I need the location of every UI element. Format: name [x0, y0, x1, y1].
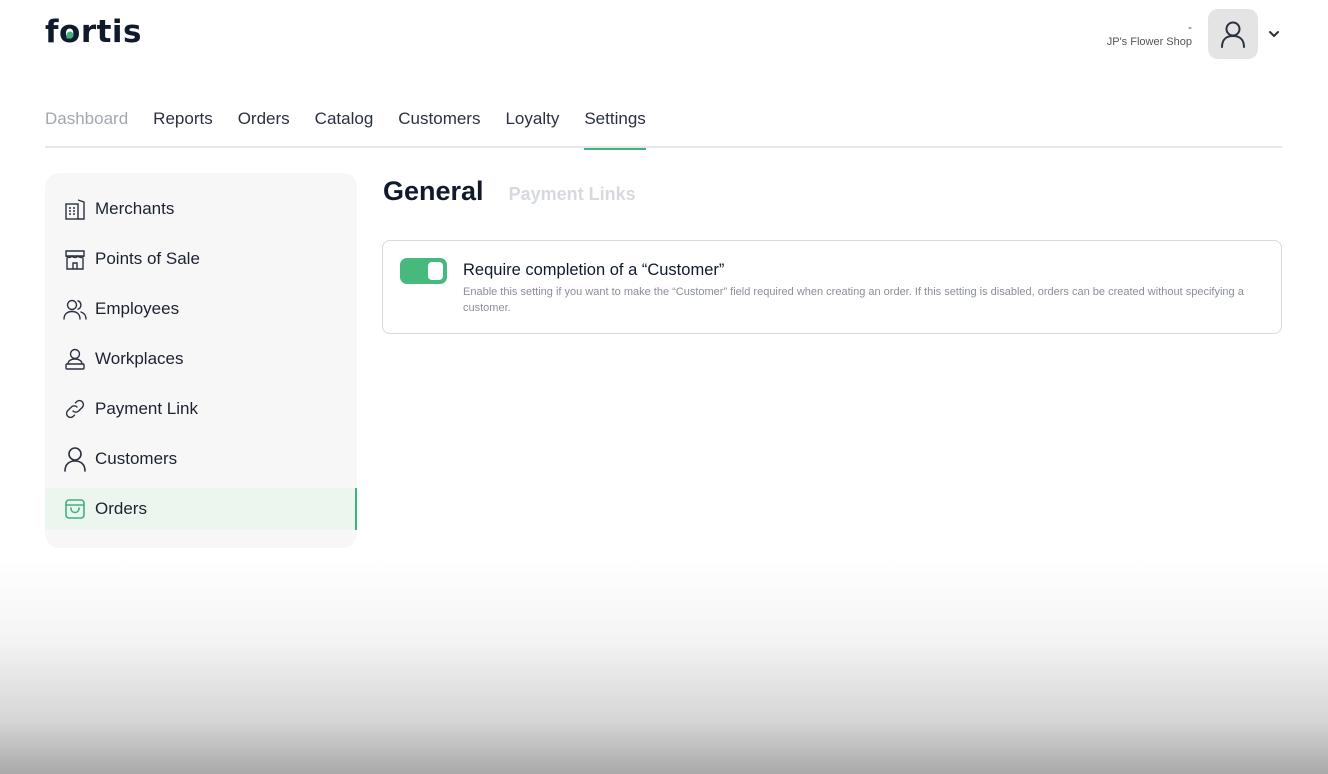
- require-customer-toggle[interactable]: [400, 258, 447, 284]
- users-icon: [61, 295, 89, 323]
- nav-dashboard[interactable]: Dashboard: [45, 105, 128, 148]
- main-navigation: Dashboard Reports Orders Catalog Custome…: [45, 105, 1282, 150]
- tab-general[interactable]: General: [383, 176, 484, 207]
- logo-o-with-leaf: o: [59, 14, 81, 50]
- sidebar-item-employees[interactable]: Employees: [45, 288, 357, 330]
- leaf-icon: [66, 31, 74, 39]
- setting-card: Require completion of a “Customer” Enabl…: [382, 240, 1282, 334]
- sidebar-item-points-of-sale[interactable]: Points of Sale: [45, 238, 357, 280]
- logo-text-part: rtis: [80, 14, 142, 50]
- account-shop-name: JP's Flower Shop: [1106, 36, 1192, 48]
- building-icon: [61, 195, 89, 223]
- chevron-down-icon[interactable]: [1268, 30, 1280, 38]
- settings-tabs: General Payment Links: [383, 176, 636, 207]
- account-menu[interactable]: - JP's Flower Shop: [1107, 9, 1280, 59]
- sidebar-item-label: Payment Link: [95, 399, 198, 418]
- sidebar-item-label: Points of Sale: [95, 249, 200, 268]
- sidebar-item-label: Orders: [95, 499, 147, 518]
- sidebar-item-label: Workplaces: [95, 349, 184, 368]
- nav-customers[interactable]: Customers: [398, 105, 480, 148]
- page: fortis - JP's Flower Shop Dashboard Repo…: [0, 0, 1328, 774]
- nav-loyalty[interactable]: Loyalty: [505, 105, 559, 148]
- setting-description: Enable this setting if you want to make …: [463, 286, 1244, 314]
- sidebar-item-payment-link[interactable]: Payment Link: [45, 388, 357, 430]
- toggle-knob: [428, 262, 443, 280]
- sidebar-item-orders[interactable]: Orders: [45, 488, 357, 530]
- account-info: - JP's Flower Shop: [1107, 20, 1192, 50]
- nav-settings[interactable]: Settings: [584, 105, 647, 150]
- user-icon: [61, 445, 89, 473]
- account-user-name: -: [1188, 20, 1192, 34]
- settings-sidebar: Merchants Points of Sale Employees Workp…: [45, 173, 357, 548]
- avatar[interactable]: [1208, 9, 1258, 59]
- tab-payment-links[interactable]: Payment Links: [509, 184, 636, 205]
- sidebar-item-merchants[interactable]: Merchants: [45, 188, 357, 230]
- nav-orders[interactable]: Orders: [238, 105, 290, 148]
- sidebar-item-label: Employees: [95, 299, 180, 318]
- fortis-logo[interactable]: fortis: [45, 14, 142, 50]
- nav-catalog[interactable]: Catalog: [315, 105, 374, 148]
- link-icon: [61, 395, 89, 423]
- nav-reports[interactable]: Reports: [153, 105, 213, 148]
- storefront-icon: [61, 245, 89, 273]
- sidebar-item-label: Customers: [95, 449, 178, 468]
- sidebar-item-workplaces[interactable]: Workplaces: [45, 338, 357, 380]
- workplace-stamp-icon: [61, 345, 89, 373]
- sidebar-item-customers[interactable]: Customers: [45, 438, 357, 480]
- sidebar-item-label: Merchants: [95, 199, 175, 218]
- shopping-bag-icon: [61, 495, 89, 523]
- setting-title: Require completion of a “Customer”: [463, 261, 725, 279]
- logo-text-part: f: [45, 14, 59, 50]
- user-icon: [1221, 21, 1245, 48]
